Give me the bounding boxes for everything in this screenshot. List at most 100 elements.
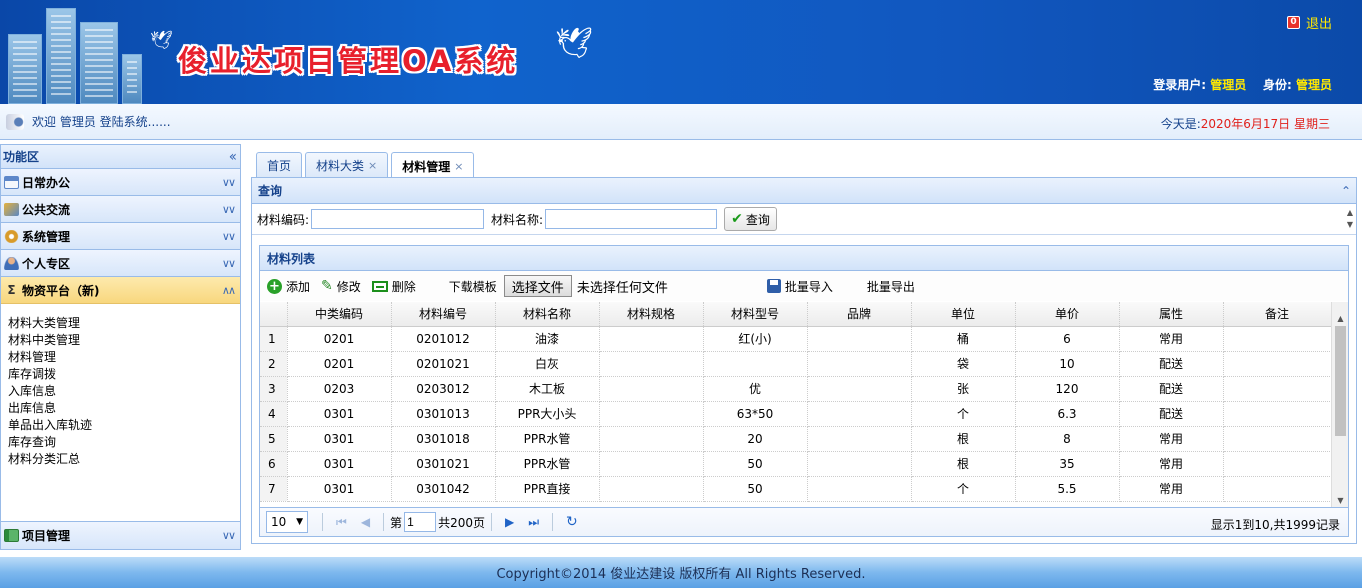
building-graphic (80, 22, 118, 104)
close-icon[interactable]: × (368, 159, 377, 172)
tab-material-management[interactable]: 材料管理 × (391, 152, 475, 179)
table-cell: 6.3 (1015, 401, 1120, 427)
table-cell: 0201021 (391, 351, 496, 377)
table-cell (599, 426, 704, 452)
table-row[interactable]: 1 0201 0201012 油漆 红(小) 桶 6 常用 (260, 326, 1332, 352)
column-header[interactable]: 材料型号 (703, 302, 808, 327)
choose-file-button[interactable]: 选择文件 (503, 275, 572, 297)
scroll-thumb[interactable] (1335, 326, 1346, 436)
column-header[interactable]: 材料规格 (599, 302, 704, 327)
sidebar-item-material-management[interactable]: 材料管理 (8, 349, 240, 366)
table-row[interactable]: 5 0301 0301018 PPR水管 20 根 8 常用 (260, 426, 1332, 452)
table-cell: 0301 (287, 451, 392, 477)
search-button[interactable]: ✔ 查询 (724, 207, 777, 231)
query-panel-header: 查询 ⌃ (252, 178, 1356, 204)
query-scrollbar[interactable]: ▲ ▼ (1347, 207, 1353, 231)
table-cell (1223, 376, 1332, 402)
scroll-down-arrow[interactable]: ▼ (1332, 496, 1349, 505)
sidebar-section-personal[interactable]: 个人专区 ∨∨ (1, 250, 240, 277)
table-cell: 63*50 (703, 401, 808, 427)
collapse-up-icon[interactable]: ⌃ (1341, 184, 1351, 198)
add-icon: + (267, 278, 282, 294)
table-scrollbar[interactable]: ▲ ▼ (1331, 302, 1348, 507)
prev-page-icon[interactable]: ◀ (361, 515, 370, 529)
page-number-input[interactable] (404, 512, 437, 532)
tab-material-category[interactable]: 材料大类 × (305, 152, 389, 178)
table-row[interactable]: 2 0201 0201021 白灰 袋 10 配送 (260, 351, 1332, 377)
sidebar-section-project-management[interactable]: 项目管理 ∨∨ (1, 521, 240, 549)
table-row[interactable]: 3 0203 0203012 木工板 优 张 120 配送 (260, 376, 1332, 402)
column-header[interactable]: 材料编号 (391, 302, 496, 327)
row-number: 6 (260, 451, 288, 477)
pencil-icon: ✎ (321, 278, 333, 294)
user-info: 登录用户: 管理员 身份: 管理员 (1153, 76, 1332, 93)
page-size-select[interactable]: 10 ▼ (266, 511, 308, 533)
column-header[interactable]: 材料名称 (495, 302, 600, 327)
sidebar-item-category-summary[interactable]: 材料分类汇总 (8, 451, 240, 468)
sidebar-item-material-category[interactable]: 材料大类管理 (8, 315, 240, 332)
scroll-up-arrow[interactable]: ▲ (1332, 314, 1349, 323)
sidebar-section-public-exchange[interactable]: 公共交流 ∨∨ (1, 196, 240, 223)
welcome-text: 欢迎 管理员 登陆系统...... (32, 115, 171, 129)
sidebar-section-system-management[interactable]: 系统管理 ∨∨ (1, 223, 240, 250)
building-graphic (8, 34, 42, 104)
column-header[interactable]: 品牌 (807, 302, 912, 327)
table-row[interactable]: 6 0301 0301021 PPR水管 50 根 35 常用 (260, 451, 1332, 477)
batch-import-label: 批量导入 (784, 279, 833, 294)
table-cell: 10 (1015, 351, 1120, 377)
date-value: 2020年6月17日 星期三 (1200, 117, 1330, 131)
refresh-icon[interactable]: ↻ (566, 514, 578, 530)
tab-home[interactable]: 首页 (256, 152, 303, 178)
table-cell: 35 (1015, 451, 1120, 477)
date-display: 今天是:2020年6月17日 星期三 (1161, 115, 1330, 132)
first-page-icon[interactable]: ⏮ (336, 515, 347, 530)
table-cell (599, 326, 704, 352)
table-cell (703, 351, 808, 377)
table-cell (807, 451, 912, 477)
column-header[interactable]: 属性 (1119, 302, 1224, 327)
edit-button[interactable]: ✎ 修改 (321, 278, 361, 295)
no-file-text: 未选择任何文件 (576, 280, 668, 296)
login-user: 管理员 (1210, 78, 1247, 92)
chevron-down-icon: ∨∨ (221, 175, 236, 189)
table-cell: 常用 (1119, 326, 1224, 352)
last-page-icon[interactable]: ⏭ (528, 515, 539, 530)
column-header[interactable]: 单价 (1015, 302, 1120, 327)
sidebar: 功能区 ‹‹ 日常办公 ∨∨ 公共交流 ∨∨ 系统管理 ∨∨ 个人专区 ∨∨ Σ… (0, 144, 241, 550)
table-cell (599, 476, 704, 502)
download-template-link[interactable]: 下载模板 (449, 278, 497, 295)
dove-icon: 🕊 (555, 26, 594, 61)
column-header[interactable]: 备注 (1223, 302, 1332, 327)
sidebar-section-materials-platform[interactable]: Σ 物资平台（新) ∧∧ (1, 277, 240, 304)
delete-button[interactable]: 删除 (371, 278, 416, 295)
batch-export-link[interactable]: 批量导出 (867, 278, 915, 295)
table-row[interactable]: 7 0301 0301042 PPR直接 50 个 5.5 常用 (260, 476, 1332, 502)
section-label: 日常办公 (22, 175, 71, 190)
batch-import-button[interactable]: 批量导入 (766, 278, 833, 295)
column-header[interactable]: 中类编码 (287, 302, 392, 327)
add-button[interactable]: + 添加 (267, 278, 310, 295)
section-label: 项目管理 (22, 529, 71, 543)
sidebar-item-material-subcategory[interactable]: 材料中类管理 (8, 332, 240, 349)
pen-icon (4, 202, 19, 216)
sidebar-item-item-track[interactable]: 单品出入库轨迹 (8, 417, 240, 434)
page-size-value: 10 (271, 515, 287, 529)
table-row[interactable]: 4 0301 0301013 PPR大小头 63*50 个 6.3 配送 (260, 401, 1332, 427)
table-cell (1223, 351, 1332, 377)
material-code-input[interactable] (311, 209, 485, 229)
sidebar-section-daily-office[interactable]: 日常办公 ∨∨ (1, 169, 240, 196)
sidebar-item-stock-query[interactable]: 库存查询 (8, 434, 240, 451)
next-page-icon[interactable]: ▶ (505, 515, 514, 529)
close-icon[interactable]: × (454, 160, 463, 173)
column-header[interactable]: 单位 (911, 302, 1016, 327)
table-cell: 0201 (287, 326, 392, 352)
tab-label: 材料管理 (402, 159, 451, 174)
table-cell: 个 (911, 476, 1016, 502)
collapse-left-icon[interactable]: ‹‹ (229, 149, 237, 165)
sidebar-item-outbound-info[interactable]: 出库信息 (8, 400, 240, 417)
sidebar-item-stock-transfer[interactable]: 库存调拨 (8, 366, 240, 383)
material-name-input[interactable] (545, 209, 718, 229)
logout-button[interactable]: 0 退出 (1286, 13, 1332, 32)
material-list-panel: 材料列表 + 添加 ✎ 修改 删除 下载模板 选择文件 未选择任何文件 批量导入 批… (259, 245, 1349, 537)
sidebar-item-inbound-info[interactable]: 入库信息 (8, 383, 240, 400)
